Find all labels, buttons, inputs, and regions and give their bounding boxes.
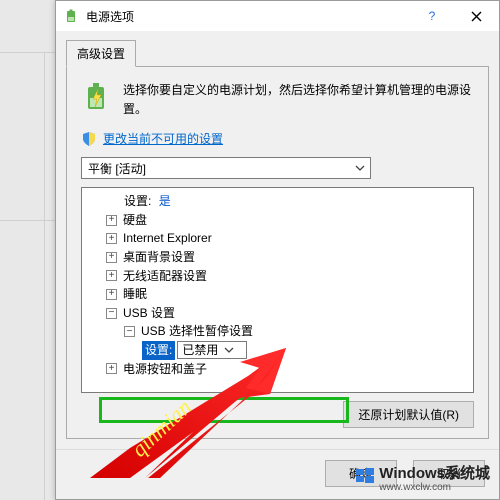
cancel-button[interactable]: 取消 — [413, 460, 485, 487]
tree-item-power-buttons[interactable]: +电源按钮和盖子 — [84, 360, 471, 379]
expand-icon[interactable]: + — [106, 215, 117, 226]
expand-icon[interactable]: + — [106, 289, 117, 300]
tree-item-desktop-bg[interactable]: +桌面背景设置 — [84, 248, 471, 267]
tree-item-sleep[interactable]: +睡眠 — [84, 285, 471, 304]
ok-button[interactable]: 确定 — [325, 460, 397, 487]
tab-advanced[interactable]: 高级设置 — [66, 40, 136, 67]
tab-strip: 高级设置 — [66, 40, 489, 67]
battery-icon — [64, 8, 80, 24]
dialog-footer: 确定 取消 — [56, 449, 499, 499]
change-unavailable-link[interactable]: 更改当前不可用的设置 — [103, 130, 223, 147]
power-plan-select[interactable]: 平衡 [活动] — [81, 157, 371, 179]
tree-item-usb-suspend[interactable]: −USB 选择性暂停设置 — [84, 322, 471, 341]
tree-setting-label: 设置: — [124, 192, 151, 211]
inline-setting-select[interactable]: 已禁用 — [177, 341, 247, 359]
close-button[interactable] — [454, 1, 499, 31]
chevron-down-icon — [352, 163, 368, 173]
chevron-down-icon — [224, 345, 234, 355]
power-options-dialog: 电源选项 ? 高级设置 选择你要自定义的电源计划，然后选择你希望 — [55, 0, 500, 500]
help-button[interactable]: ? — [409, 1, 454, 31]
tree-item-hard-disk[interactable]: +硬盘 — [84, 211, 471, 230]
expand-icon[interactable]: + — [106, 363, 117, 374]
inline-setting-label: 设置: — [142, 341, 175, 360]
tree-item-ie[interactable]: +Internet Explorer — [84, 229, 471, 248]
svg-text:?: ? — [428, 10, 435, 22]
shield-icon — [81, 131, 97, 147]
expand-icon[interactable]: + — [106, 270, 117, 281]
collapse-icon[interactable]: − — [106, 308, 117, 319]
collapse-icon[interactable]: − — [124, 326, 135, 337]
titlebar: 电源选项 ? — [56, 1, 499, 31]
expand-icon[interactable]: + — [106, 233, 117, 244]
settings-tree[interactable]: 设置: 是 +硬盘 +Internet Explorer +桌面背景设置 +无线… — [81, 187, 474, 393]
tree-item-usb[interactable]: −USB 设置 — [84, 304, 471, 323]
restore-defaults-button[interactable]: 还原计划默认值(R) — [343, 401, 474, 428]
expand-icon[interactable]: + — [106, 252, 117, 263]
inline-setting-value: 已禁用 — [182, 341, 218, 360]
window-title: 电源选项 — [86, 8, 409, 25]
battery-large-icon — [81, 81, 113, 113]
intro-text: 选择你要自定义的电源计划，然后选择你希望计算机管理的电源设置。 — [123, 81, 474, 118]
tree-item-wireless[interactable]: +无线适配器设置 — [84, 267, 471, 286]
tree-item-usb-suspend-setting[interactable]: 设置: 已禁用 — [84, 341, 471, 360]
tab-page: 选择你要自定义的电源计划，然后选择你希望计算机管理的电源设置。 更改当前不可用的… — [66, 66, 489, 439]
power-plan-value: 平衡 [活动] — [88, 160, 146, 177]
tree-setting-value: 是 — [159, 192, 171, 211]
